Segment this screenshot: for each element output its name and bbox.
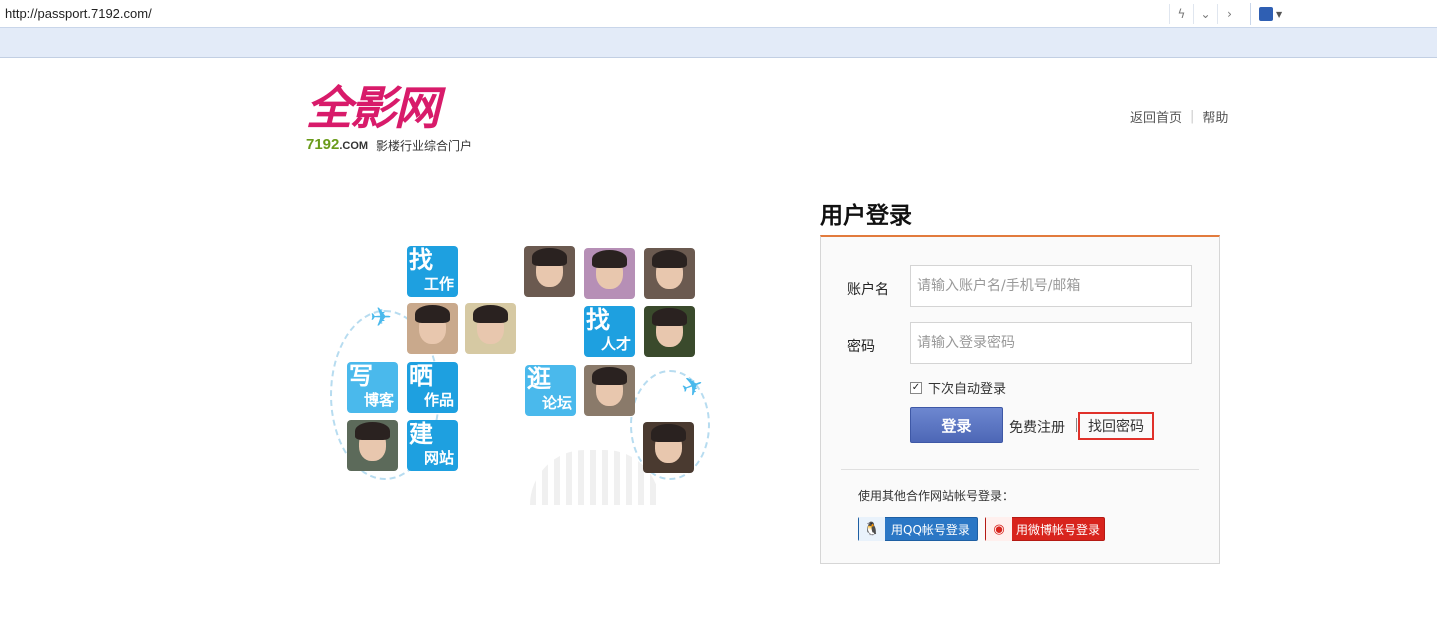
chevron-right-icon[interactable]: ›	[1217, 4, 1241, 24]
home-link[interactable]: 返回首页	[1130, 107, 1182, 126]
member-avatar[interactable]	[644, 248, 695, 299]
remember-label: 下次自动登录	[928, 382, 1007, 397]
password-input[interactable]	[910, 322, 1192, 364]
account-input[interactable]	[910, 265, 1192, 307]
flash-icon[interactable]: ϟ	[1169, 4, 1193, 24]
blog-tile[interactable]: 写 博客	[347, 362, 398, 413]
remember-checkbox[interactable]: ✓	[910, 381, 922, 394]
address-bar-buttons: ϟ ⌄ ›	[1169, 4, 1241, 24]
tile-label: 人才	[600, 335, 631, 353]
member-avatar[interactable]	[584, 365, 635, 416]
forgot-password-link[interactable]: 找回密码	[1078, 412, 1154, 440]
tile-label: 作品	[423, 391, 454, 409]
logo-domain: 7192.COM	[306, 136, 368, 153]
account-label: 账户名	[847, 282, 889, 298]
member-avatar[interactable]	[407, 303, 458, 354]
member-avatar[interactable]	[643, 422, 694, 473]
tile-big-char: 写	[349, 362, 373, 390]
tile-label: 网站	[423, 449, 454, 467]
divider	[841, 469, 1199, 470]
logo-domain-suffix: .COM	[339, 140, 369, 152]
weibo-icon: ◉	[986, 517, 1012, 541]
qq-login-label: 用QQ帐号登录	[891, 522, 970, 537]
member-avatar[interactable]	[347, 420, 398, 471]
member-avatar[interactable]	[465, 303, 516, 354]
feature-collage: ✈ ✈ 找 工作 找 人才 写 博客 晒 作品 逛 论坛 建 网站	[330, 240, 720, 510]
tile-big-char: 建	[409, 420, 433, 448]
tile-big-char: 找	[409, 246, 433, 274]
tile-big-char: 逛	[527, 365, 551, 393]
baidu-paw-icon	[1259, 7, 1273, 21]
third-party-login-label: 使用其他合作网站帐号登录：	[858, 489, 1015, 503]
build-site-tile[interactable]: 建 网站	[407, 420, 458, 471]
link-divider	[1076, 418, 1077, 432]
register-link[interactable]: 免费注册	[1009, 417, 1065, 437]
link-divider: |	[1190, 109, 1195, 124]
logo-domain-number: 7192	[306, 136, 340, 153]
browser-toolbar	[0, 28, 1437, 58]
password-label: 密码	[847, 339, 875, 355]
dropdown-arrow-icon: ▼	[1276, 9, 1283, 19]
forum-tile[interactable]: 逛 论坛	[525, 365, 576, 416]
address-bar[interactable]: http://passport.7192.com/ ϟ ⌄ › ▼	[0, 0, 1437, 28]
tile-label: 论坛	[541, 394, 572, 412]
find-job-tile[interactable]: 找 工作	[407, 246, 458, 297]
airplane-icon: ✈	[370, 303, 392, 333]
weibo-login-button[interactable]: ◉ 用微博帐号登录	[985, 517, 1105, 541]
qq-penguin-icon: 🐧	[859, 517, 885, 541]
logo-tagline: 影楼行业综合门户	[376, 139, 473, 153]
member-avatar[interactable]	[584, 248, 635, 299]
login-title: 用户登录	[820, 203, 912, 229]
url-text[interactable]: http://passport.7192.com/	[5, 6, 152, 21]
remember-me[interactable]: ✓ 下次自动登录	[910, 378, 1006, 397]
login-panel: 账户名 密码 ✓ 下次自动登录 登录 免费注册 找回密码 使用其他合作网站帐号登…	[820, 235, 1220, 564]
site-logo[interactable]: 全影网 7192.COM 影楼行业综合门户	[306, 80, 478, 156]
member-avatar[interactable]	[644, 306, 695, 357]
chevron-down-icon[interactable]: ⌄	[1193, 4, 1217, 24]
member-avatar[interactable]	[524, 246, 575, 297]
tile-big-char: 找	[586, 306, 610, 334]
qq-login-button[interactable]: 🐧 用QQ帐号登录	[858, 517, 978, 541]
search-engine-selector[interactable]: ▼	[1250, 3, 1290, 25]
tile-label: 博客	[363, 391, 394, 409]
tile-label: 工作	[423, 275, 454, 293]
logo-text: 全影网	[306, 81, 440, 135]
weibo-login-label: 用微博帐号登录	[1016, 522, 1101, 537]
tile-big-char: 晒	[409, 362, 433, 390]
help-link[interactable]: 帮助	[1202, 107, 1228, 126]
showcase-tile[interactable]: 晒 作品	[407, 362, 458, 413]
login-button[interactable]: 登录	[910, 407, 1003, 443]
find-talent-tile[interactable]: 找 人才	[584, 306, 635, 357]
top-links: 返回首页 | 帮助	[1130, 107, 1228, 126]
